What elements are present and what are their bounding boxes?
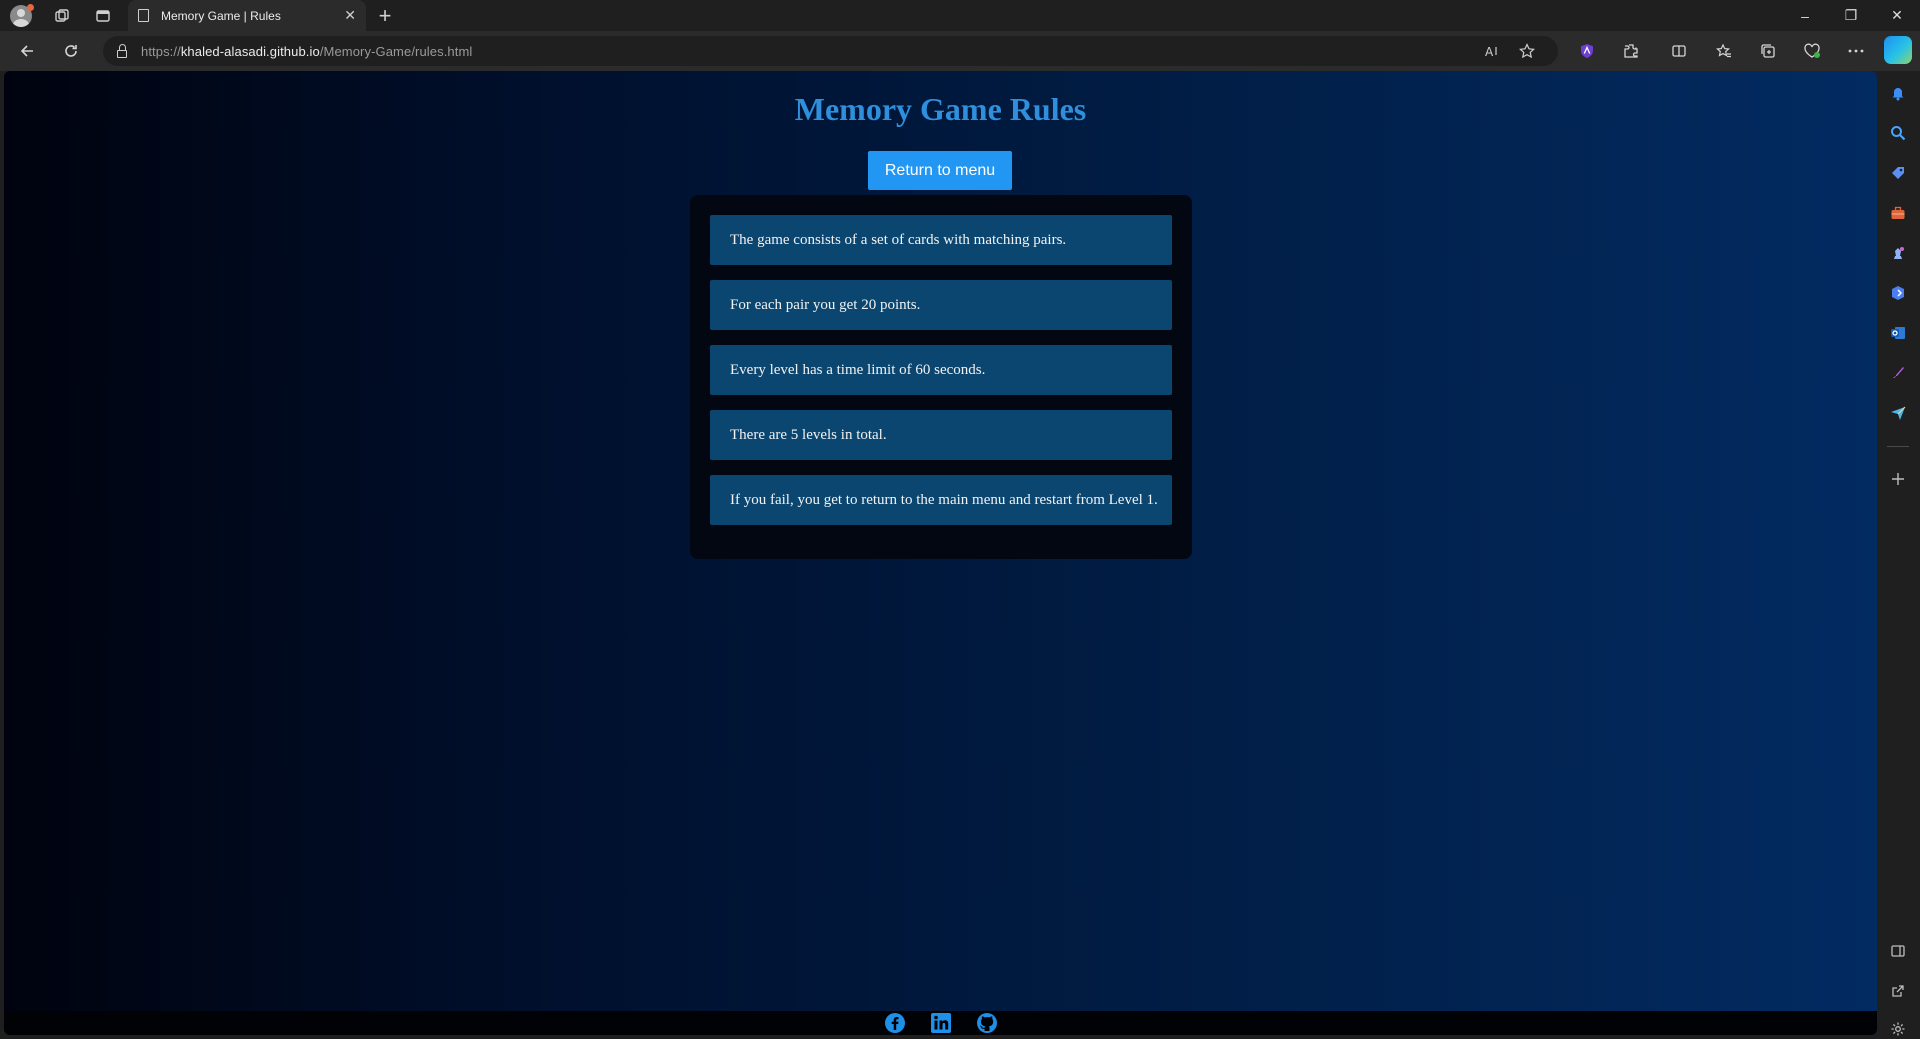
- browser-toolbar: https://khaled-alasadi.github.io/Memory-…: [0, 31, 1920, 71]
- rule-item: The game consists of a set of cards with…: [710, 215, 1172, 265]
- lock-icon[interactable]: [117, 43, 127, 58]
- outlook-icon[interactable]: [1885, 320, 1911, 346]
- browser-sidebar: [1877, 71, 1920, 1039]
- linkedin-icon[interactable]: [929, 1011, 953, 1035]
- rules-panel: The game consists of a set of cards with…: [690, 195, 1192, 559]
- browser-essentials-icon[interactable]: [1798, 38, 1826, 64]
- copilot-designer-icon[interactable]: [1885, 280, 1911, 306]
- return-to-menu-button[interactable]: Return to menu: [868, 151, 1012, 190]
- shopping-tag-icon[interactable]: [1885, 160, 1911, 186]
- copilot-icon[interactable]: [1884, 36, 1912, 64]
- page-footer: [4, 1011, 1877, 1035]
- address-bar[interactable]: https://khaled-alasadi.github.io/Memory-…: [103, 36, 1558, 66]
- collections-icon[interactable]: [1754, 38, 1782, 64]
- open-external-icon[interactable]: [1885, 978, 1911, 1004]
- rule-item: Every level has a time limit of 60 secon…: [710, 345, 1172, 395]
- rule-item: For each pair you get 20 points.: [710, 280, 1172, 330]
- notifications-bell-icon[interactable]: [1885, 80, 1911, 106]
- github-icon[interactable]: [975, 1011, 999, 1035]
- favorites-icon[interactable]: [1710, 38, 1738, 64]
- page-viewport: Memory Game Rules Return to menu The gam…: [4, 71, 1877, 1035]
- profile-avatar[interactable]: [8, 3, 34, 29]
- add-sidebar-app-icon[interactable]: [1885, 466, 1911, 492]
- refresh-button[interactable]: [58, 38, 84, 64]
- facebook-icon[interactable]: [883, 1011, 907, 1035]
- extensions-icon[interactable]: [1617, 38, 1645, 64]
- search-icon[interactable]: [1885, 120, 1911, 146]
- back-button[interactable]: [14, 38, 40, 64]
- split-screen-icon[interactable]: [1665, 38, 1693, 64]
- svg-text:A: A: [1485, 45, 1494, 58]
- designer-brush-icon[interactable]: [1885, 360, 1911, 386]
- games-chess-icon[interactable]: [1885, 240, 1911, 266]
- shield-extension-icon[interactable]: [1573, 38, 1601, 64]
- tab-title: Memory Game | Rules: [161, 8, 281, 23]
- close-tab-icon[interactable]: ✕: [344, 7, 356, 24]
- vertical-tabs-icon[interactable]: [90, 3, 116, 29]
- more-options-icon[interactable]: [1842, 38, 1870, 64]
- active-tab[interactable]: Memory Game | Rules ✕: [128, 0, 366, 31]
- page-title: Memory Game Rules: [794, 91, 1087, 127]
- notification-dot: [27, 4, 34, 11]
- read-aloud-icon[interactable]: A: [1479, 36, 1507, 66]
- new-tab-button[interactable]: +: [372, 3, 398, 29]
- browser-tab-bar: Memory Game | Rules ✕ + – ❐ ✕: [0, 0, 1920, 31]
- url-text[interactable]: https://khaled-alasadi.github.io/Memory-…: [141, 44, 472, 59]
- workspaces-icon[interactable]: [49, 3, 75, 29]
- minimize-button[interactable]: –: [1782, 0, 1828, 31]
- settings-gear-icon[interactable]: [1885, 1016, 1911, 1039]
- rule-item: If you fail, you get to return to the ma…: [710, 475, 1172, 525]
- rule-item: There are 5 levels in total.: [710, 410, 1172, 460]
- sidebar-divider: [1887, 446, 1909, 447]
- favorite-star-icon[interactable]: [1513, 36, 1541, 66]
- tools-briefcase-icon[interactable]: [1885, 200, 1911, 226]
- restore-button[interactable]: ❐: [1828, 0, 1874, 31]
- send-drop-icon[interactable]: [1885, 400, 1911, 426]
- document-icon: [138, 9, 149, 22]
- hide-sidebar-icon[interactable]: [1885, 938, 1911, 964]
- close-window-button[interactable]: ✕: [1874, 0, 1920, 31]
